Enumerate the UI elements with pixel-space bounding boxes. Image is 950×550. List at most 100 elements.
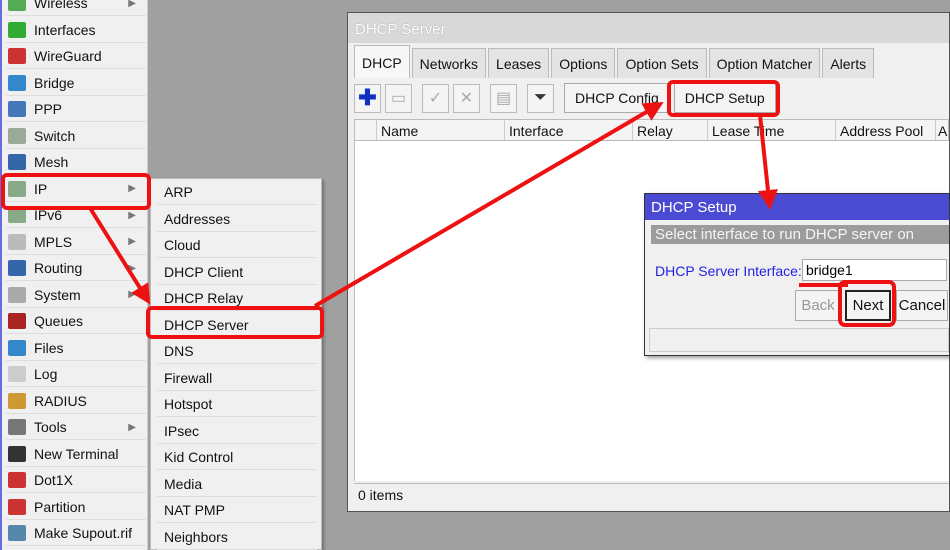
wireless-icon [8, 0, 26, 11]
menu-item-log[interactable]: Log [6, 362, 146, 387]
submenu-item-ipsec[interactable]: IPsec [157, 419, 317, 444]
log-icon [8, 366, 26, 382]
tab-option-sets[interactable]: Option Sets [617, 48, 707, 78]
submenu-item-arp[interactable]: ARP [157, 180, 317, 205]
toolbar: ✚ ▭ ✓ ✕ ▤ ⏷ DHCP Config DHCP Setup [354, 83, 776, 113]
interface-input[interactable] [802, 259, 947, 281]
column-header-interface[interactable]: Interface [505, 120, 633, 140]
menu-item-label: MPLS [34, 233, 73, 250]
menu-item-radius[interactable]: RADIUS [6, 389, 146, 414]
mesh-icon [8, 154, 26, 170]
menu-item-queues[interactable]: Queues [6, 309, 146, 334]
menu-item-label: Switch [34, 127, 76, 144]
dhcp-setup-dialog: DHCP Setup Select interface to run DHCP … [644, 193, 950, 356]
submenu-item-dns[interactable]: DNS [157, 339, 317, 364]
submenu-item-hotspot[interactable]: Hotspot [157, 392, 317, 417]
menu-item-system[interactable]: System ▶ [6, 283, 146, 308]
routing-icon [8, 260, 26, 276]
tools-icon [8, 419, 26, 435]
menu-item-label: Routing [34, 260, 83, 276]
column-header-name[interactable]: Name [377, 120, 505, 140]
remove-button[interactable]: ▭ [385, 83, 412, 113]
menu-item-label: New Terminal [34, 445, 119, 462]
menu-item-tools[interactable]: Tools ▶ [6, 415, 146, 440]
menu-item-ppp[interactable]: PPP [6, 97, 146, 122]
back-button[interactable]: Back [795, 290, 841, 321]
files-icon [8, 339, 26, 356]
supout-icon [8, 525, 26, 541]
menu-item-partition[interactable]: Partition [6, 495, 146, 520]
tab-leases[interactable]: Leases [488, 48, 550, 78]
column-header-relay[interactable]: Relay [633, 120, 708, 140]
next-button[interactable]: Next [845, 290, 891, 321]
menu-item-label: Tools [34, 419, 67, 435]
dhcp-config-button[interactable]: DHCP Config [564, 83, 670, 113]
menu-item-ipv6[interactable]: IPv6 ▶ [6, 203, 146, 228]
mpls-icon [8, 233, 26, 250]
column-header-lease-time[interactable]: Lease Time [708, 120, 836, 140]
menu-item-interfaces[interactable]: Interfaces [6, 18, 146, 43]
menu-item-wireguard[interactable]: WireGuard [6, 44, 146, 69]
submenu-item-kid-control[interactable]: Kid Control [157, 445, 317, 470]
menu-item-wireless[interactable]: Wireless ▶ [6, 0, 146, 16]
menu-item-label: Interfaces [34, 21, 96, 38]
submenu-item-nat-pmp[interactable]: NAT PMP [157, 498, 317, 523]
ip-submenu: ARP Addresses Cloud DHCP Client DHCP Relay DH… [150, 178, 322, 550]
menu-item-label: Bridge [34, 74, 75, 91]
submenu-item-neighbors[interactable]: Neighbors [157, 525, 317, 550]
dialog-status [649, 328, 949, 352]
menu-item-label: Log [34, 366, 58, 382]
menu-item-new-terminal[interactable]: New Terminal [6, 442, 146, 467]
menu-item-label: Wireless [34, 0, 88, 11]
submenu-item-firewall[interactable]: Firewall [157, 366, 317, 391]
tab-networks[interactable]: Networks [411, 48, 487, 78]
submenu-arrow-icon: ▶ [128, 183, 136, 194]
menu-item-label: Make Supout.rif [34, 525, 133, 541]
submenu-item-dhcp-relay[interactable]: DHCP Relay [157, 286, 317, 311]
menu-item-routing[interactable]: Routing ▶ [6, 256, 146, 281]
menu-item-ip[interactable]: IP ▶ [6, 177, 146, 202]
submenu-item-dhcp-server[interactable]: DHCP Server [157, 313, 317, 338]
submenu-arrow-icon: ▶ [128, 289, 136, 300]
column-spacer [355, 120, 377, 140]
comment-button[interactable]: ▤ [490, 83, 517, 113]
menu-item-dot1x[interactable]: Dot1X [6, 468, 146, 493]
menu-item-label: IPv6 [34, 207, 63, 223]
submenu-arrow-icon: ▶ [128, 421, 136, 433]
dhcp-setup-button[interactable]: DHCP Setup [673, 83, 776, 113]
submenu-arrow-icon: ▶ [128, 262, 136, 274]
tab-options[interactable]: Options [551, 48, 616, 78]
menu-item-label: Queues [34, 313, 84, 329]
menu-item-mpls[interactable]: MPLS ▶ [6, 230, 146, 255]
filter-button[interactable]: ⏷ [527, 83, 554, 113]
submenu-arrow-icon: ▶ [128, 0, 136, 9]
main-menu: Wireless ▶ Interfaces WireGuard Bridge PPP Swi… [0, 0, 148, 550]
menu-item-mesh[interactable]: Mesh [6, 150, 146, 175]
interface-label: DHCP Server Interface: [655, 263, 802, 279]
interfaces-icon [8, 21, 26, 38]
radius-icon [8, 392, 26, 409]
column-header-a[interactable]: A [936, 120, 950, 140]
disable-button[interactable]: ✕ [453, 83, 480, 113]
tab-bar: DHCP Networks Leases Options Option Sets Opti… [354, 45, 876, 78]
menu-item-label: Mesh [34, 154, 69, 170]
submenu-item-cloud[interactable]: Cloud [157, 233, 317, 258]
tab-option-matcher[interactable]: Option Matcher [708, 48, 821, 78]
cancel-button[interactable]: Cancel [896, 290, 948, 321]
tab-alerts[interactable]: Alerts [822, 48, 875, 78]
column-header-address-pool[interactable]: Address Pool [836, 120, 936, 140]
menu-item-switch[interactable]: Switch [6, 124, 146, 149]
submenu-item-media[interactable]: Media [157, 472, 317, 497]
add-button[interactable]: ✚ [354, 83, 381, 113]
switch-icon [8, 127, 26, 144]
enable-button[interactable]: ✓ [422, 83, 449, 113]
submenu-arrow-icon: ▶ [128, 236, 136, 247]
menu-item-files[interactable]: Files [6, 336, 146, 361]
menu-item-make-supout-rif[interactable]: Make Supout.rif [6, 521, 146, 546]
submenu-item-addresses[interactable]: Addresses [157, 207, 317, 232]
submenu-item-dhcp-client[interactable]: DHCP Client [157, 260, 317, 285]
menu-item-bridge[interactable]: Bridge [6, 71, 146, 96]
table-header: Name Interface Relay Lease Time Address Pool… [354, 119, 949, 141]
tab-dhcp[interactable]: DHCP [354, 45, 410, 78]
ip-icon [8, 180, 26, 197]
